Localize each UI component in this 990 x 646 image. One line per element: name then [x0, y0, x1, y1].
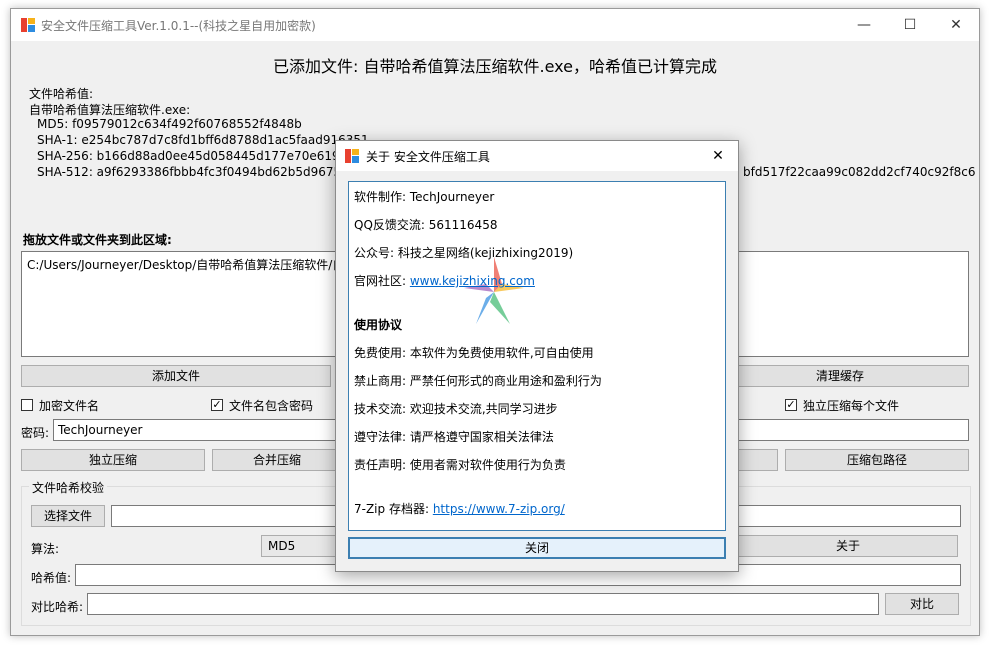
star-watermark-icon [464, 257, 524, 324]
hash-filename: 自带哈希值算法压缩软件.exe: [29, 103, 191, 117]
add-file-button[interactable]: 添加文件 [21, 365, 331, 387]
app-icon [21, 18, 35, 32]
dialog-wechat: 公众号: 科技之星网络(kejizhixing2019) [354, 246, 574, 260]
hash-check-group-label: 文件哈希校验 [29, 479, 108, 496]
hash-label: 文件哈希值: [29, 87, 94, 101]
compare-button[interactable]: 对比 [885, 593, 959, 615]
dialog-term-tech: 技术交流: 欢迎技术交流,共同学习进步 [354, 402, 558, 416]
algorithm-label: 算法: [31, 542, 60, 556]
dialog-sevenzip-link[interactable]: https://www.7-zip.org/ [433, 502, 565, 516]
window-title: 安全文件压缩工具Ver.1.0.1--(科技之星自用加密款) [41, 19, 316, 33]
separate-each-label: 独立压缩每个文件 [803, 399, 900, 413]
dialog-close-button[interactable]: 关闭 [348, 537, 726, 559]
about-dialog: 关于 安全文件压缩工具 ✕ 软件制作: TechJourneyer QQ反馈交流… [335, 140, 739, 572]
archive-path-button[interactable]: 压缩包路径 [785, 449, 969, 471]
dialog-sevenzip: 7-Zip 存档器: https://www.7-zip.org/ [354, 500, 565, 517]
encrypt-filename-checkbox[interactable] [21, 399, 33, 411]
algorithm-select[interactable]: MD5 [261, 535, 341, 557]
close-icon[interactable]: ✕ [933, 9, 979, 41]
dialog-site: 官网社区: www.kejizhixing.com [354, 272, 535, 289]
drop-area-label: 拖放文件或文件夹到此区域: [23, 233, 172, 247]
drop-file-path: C:/Users/Journeyer/Desktop/自带哈希值算法压缩软件/自… [27, 258, 357, 272]
choose-file-button[interactable]: 选择文件 [31, 505, 105, 527]
filename-password-label: 文件名包含密码 [229, 399, 314, 413]
separate-compress-button[interactable]: 独立压缩 [21, 449, 205, 471]
dialog-app-icon [345, 149, 359, 163]
clear-cache-button[interactable]: 清理缓存 [711, 365, 969, 387]
encrypt-filename-label: 加密文件名 [39, 399, 100, 413]
dialog-title-bar: 关于 安全文件压缩工具 ✕ [336, 141, 738, 171]
dialog-term-commercial: 禁止商用: 严禁任何形式的商业用途和盈利行为 [354, 374, 602, 388]
dialog-qq: QQ反馈交流: 561116458 [354, 218, 498, 232]
password-label: 密码: [21, 426, 50, 440]
hash-md5: MD5: f09579012c634f492f60768552f4848b [37, 117, 302, 131]
compare-hash-label: 对比哈希: [31, 600, 84, 614]
hash-value-label: 哈希值: [31, 571, 72, 585]
compare-hash-input[interactable] [87, 593, 879, 615]
about-button[interactable]: 关于 [738, 535, 958, 557]
dialog-title: 关于 安全文件压缩工具 [366, 150, 490, 164]
hash-sha256: SHA-256: b166d88ad0ee45d058445d177e70e61… [37, 149, 362, 163]
hash-sha512-tail: bfd517f22caa99c082dd2cf740c92f8c6 [743, 165, 976, 179]
dialog-term-free: 免费使用: 本软件为免费使用软件,可自由使用 [354, 346, 594, 360]
dialog-site-label: 官网社区: [354, 274, 410, 288]
dialog-author: 软件制作: TechJourneyer [354, 190, 495, 204]
merge-compress-button[interactable]: 合并压缩 [212, 449, 342, 471]
status-heading: 已添加文件: 自带哈希值算法压缩软件.exe，哈希值已计算完成 [273, 57, 717, 76]
minimize-icon[interactable]: — [841, 9, 887, 41]
dialog-content-panel: 软件制作: TechJourneyer QQ反馈交流: 561116458 公众… [348, 181, 726, 531]
hash-sha512: SHA-512: a9f6293386fbbb4fc3f0494bd62b5d9… [37, 165, 365, 179]
dialog-agreement-title: 使用协议 [354, 318, 403, 332]
dialog-close-icon[interactable]: ✕ [698, 141, 738, 171]
maximize-icon[interactable]: ☐ [887, 9, 933, 41]
separate-each-checkbox[interactable]: ✓ [785, 399, 797, 411]
dialog-term-law: 遵守法律: 请严格遵守国家相关法律法 [354, 430, 554, 444]
filename-password-checkbox[interactable]: ✓ [211, 399, 223, 411]
dialog-site-link[interactable]: www.kejizhixing.com [410, 274, 535, 288]
dialog-sevenzip-label: 7-Zip 存档器: [354, 502, 433, 516]
dialog-term-responsibility: 责任声明: 使用者需对软件使用行为负责 [354, 458, 566, 472]
hash-sha1: SHA-1: e254bc787d7c8fd1bff6d8788d1ac5faa… [37, 133, 369, 147]
hidden-button-edge[interactable] [738, 449, 778, 471]
title-bar: 安全文件压缩工具Ver.1.0.1--(科技之星自用加密款) — ☐ ✕ [11, 9, 979, 41]
